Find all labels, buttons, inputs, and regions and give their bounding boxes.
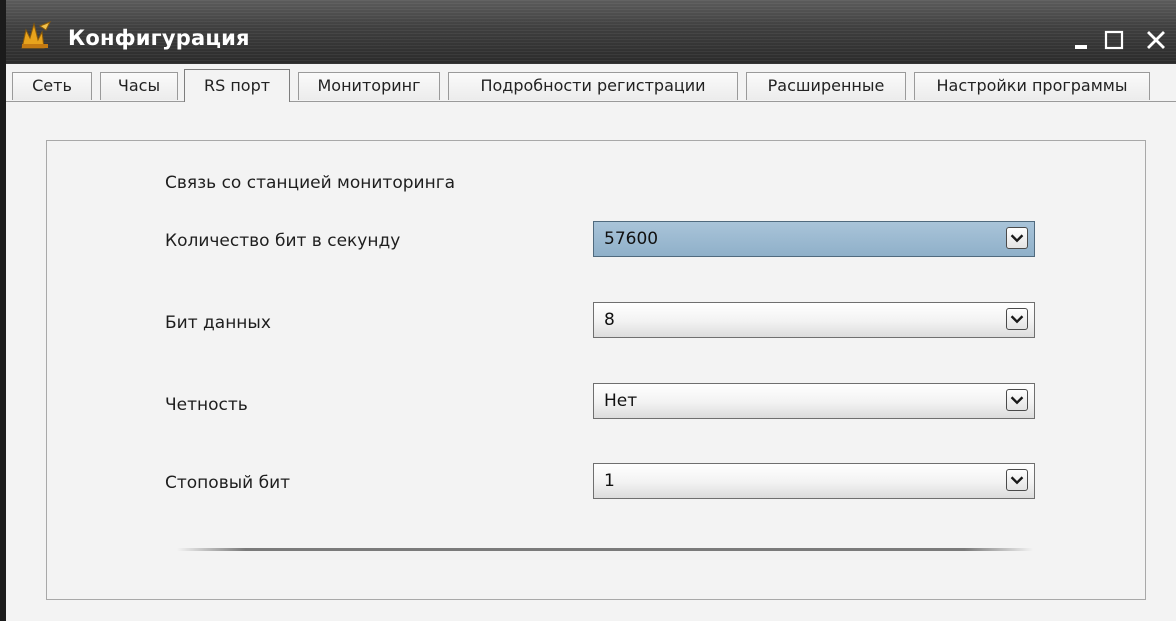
tab-clock[interactable]: Часы [100, 72, 178, 100]
app-logo-icon [21, 21, 52, 49]
stop-bits-select[interactable]: 1 [593, 463, 1035, 499]
config-window: Конфигурация Сеть Часы RS порт Мониторин… [0, 0, 1176, 621]
chevron-down-icon[interactable] [1006, 389, 1028, 411]
tab-strip: Сеть Часы RS порт Мониторинг Подробности… [6, 64, 1176, 102]
baud-rate-select[interactable]: 57600 [593, 221, 1035, 257]
data-bits-label: Бит данных [165, 313, 271, 333]
tab-program-settings[interactable]: Настройки программы [914, 72, 1150, 100]
baud-rate-value: 57600 [604, 229, 659, 249]
maximize-icon[interactable] [1102, 28, 1128, 54]
stop-bits-label: Стоповый бит [165, 473, 291, 493]
title-bar[interactable]: Конфигурация [6, 0, 1176, 64]
parity-label: Четность [165, 395, 248, 415]
tab-registration-details[interactable]: Подробности регистрации [448, 72, 738, 100]
section-heading: Связь со станцией мониторинга [165, 173, 456, 193]
parity-value: Нет [604, 391, 638, 411]
tab-monitoring[interactable]: Мониторинг [298, 72, 440, 100]
baud-rate-label: Количество бит в секунду [165, 231, 401, 251]
parity-select[interactable]: Нет [593, 383, 1035, 419]
tab-network[interactable]: Сеть [12, 72, 92, 100]
minimize-icon[interactable] [1070, 28, 1096, 54]
chevron-down-icon[interactable] [1006, 308, 1028, 330]
section-separator [177, 548, 1033, 551]
stop-bits-value: 1 [604, 471, 615, 491]
tab-advanced[interactable]: Расширенные [746, 72, 906, 100]
chevron-down-icon[interactable] [1006, 227, 1028, 249]
window-title: Конфигурация [68, 26, 250, 50]
rs-port-group: Связь со станцией мониторинга Количество… [46, 140, 1146, 600]
close-icon[interactable] [1144, 28, 1170, 54]
tab-divider [6, 101, 1176, 102]
tab-rs-port[interactable]: RS порт [184, 69, 290, 102]
data-bits-value: 8 [604, 310, 615, 330]
data-bits-select[interactable]: 8 [593, 302, 1035, 338]
chevron-down-icon[interactable] [1006, 469, 1028, 491]
